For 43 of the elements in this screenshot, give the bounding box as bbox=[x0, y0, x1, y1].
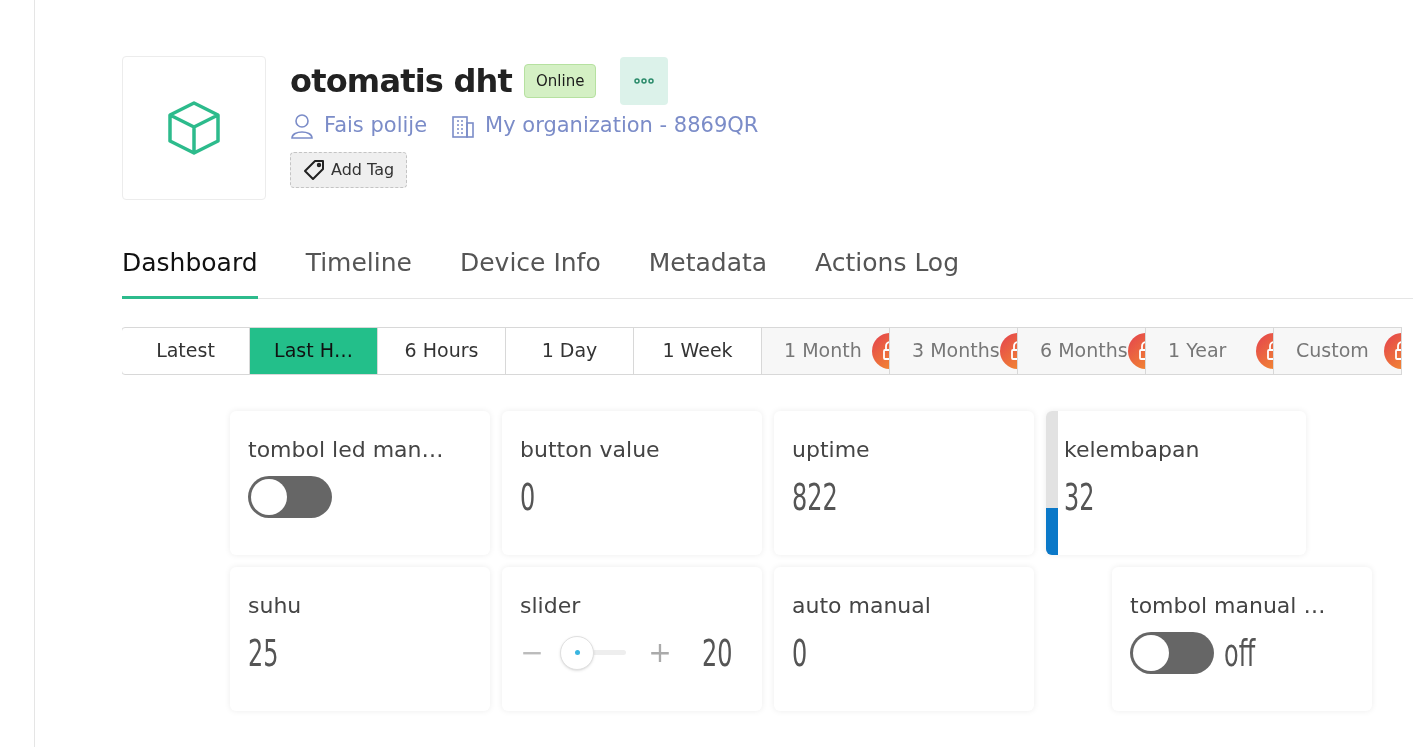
time-range-button[interactable]: 6 Months bbox=[1017, 326, 1146, 375]
time-range-button[interactable]: 6 Hours bbox=[377, 326, 506, 375]
time-range-button[interactable]: 1 Day bbox=[505, 326, 634, 375]
tab[interactable]: Device Info bbox=[459, 244, 601, 299]
cube-icon bbox=[167, 100, 221, 156]
widget-title: button value bbox=[520, 435, 661, 464]
slider-value: 20 bbox=[702, 633, 733, 672]
toggle-switch[interactable] bbox=[248, 475, 332, 518]
time-range-button[interactable]: Last H… bbox=[249, 326, 378, 375]
widget-title: slider bbox=[520, 591, 582, 620]
tab[interactable]: Metadata bbox=[648, 244, 768, 299]
widget-title: suhu bbox=[248, 591, 303, 620]
tab[interactable]: Timeline bbox=[305, 244, 412, 299]
device-name: otomatis dht bbox=[290, 61, 513, 102]
time-range-button[interactable]: Latest bbox=[122, 326, 250, 375]
tab[interactable]: Dashboard bbox=[122, 244, 258, 299]
widget-title: tombol manual … bbox=[1130, 591, 1327, 620]
time-range-button[interactable]: 3 Months bbox=[889, 326, 1018, 375]
time-range-button[interactable]: 1 Week bbox=[633, 326, 762, 375]
status-badge: Online bbox=[524, 63, 597, 99]
widget-title: kelembapan bbox=[1064, 435, 1201, 464]
more-button[interactable] bbox=[620, 57, 669, 105]
tab[interactable]: Actions Log bbox=[815, 244, 960, 299]
widget-value: 25 bbox=[248, 633, 279, 672]
widget-value: 822 bbox=[792, 477, 838, 516]
widget-title: uptime bbox=[792, 435, 871, 464]
time-range-button[interactable]: 1 Year bbox=[1145, 326, 1274, 375]
tag-icon bbox=[303, 158, 325, 181]
more-icon bbox=[634, 78, 655, 84]
slider-thumb[interactable] bbox=[560, 635, 594, 670]
slider-track[interactable] bbox=[560, 635, 626, 670]
widget-value: 0 bbox=[520, 477, 536, 516]
toggle-switch[interactable] bbox=[1130, 631, 1214, 674]
widget-title: auto manual bbox=[792, 591, 932, 620]
switch-state: off bbox=[1224, 633, 1256, 672]
user-icon bbox=[290, 112, 314, 139]
add-tag-button[interactable]: Add Tag bbox=[290, 151, 408, 188]
widget-title: tombol led man… bbox=[248, 435, 445, 464]
time-range-button[interactable]: Custom bbox=[1273, 326, 1402, 375]
widget-value: 32 bbox=[1064, 477, 1095, 516]
widget-value: 0 bbox=[792, 633, 808, 672]
building-icon bbox=[451, 113, 476, 138]
time-range-button[interactable]: 1 Month bbox=[761, 326, 890, 375]
